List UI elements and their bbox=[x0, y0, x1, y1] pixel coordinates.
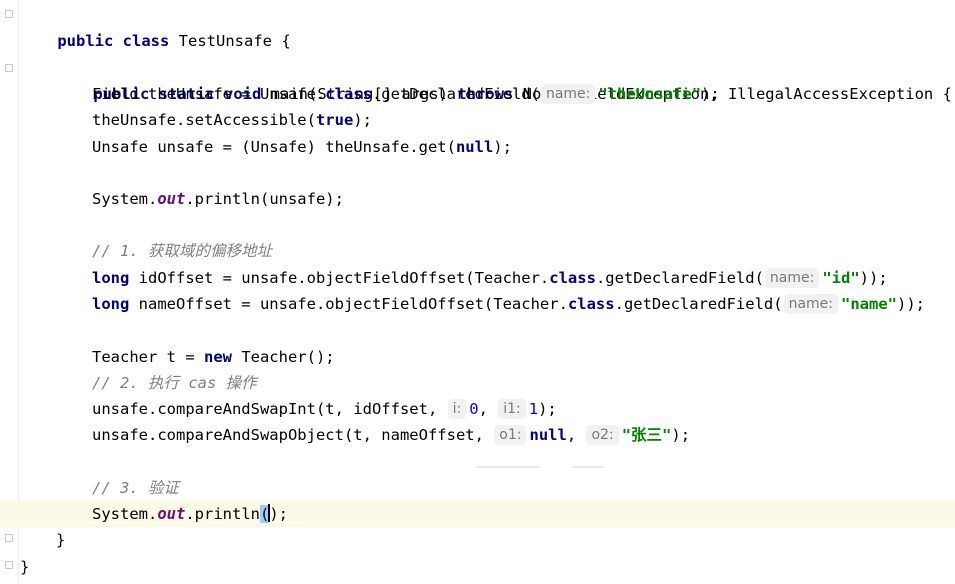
number-literal: 0 bbox=[469, 400, 479, 418]
fold-marker-icon[interactable] bbox=[5, 534, 13, 542]
code-line-nameoffset[interactable]: long nameOffset = unsafe.objectFieldOffs… bbox=[92, 291, 925, 317]
code-line-field[interactable]: Field theUnsafe = Unsafe.class.getDeclar… bbox=[92, 81, 720, 107]
code-line-print1[interactable]: System.out.println(unsafe); bbox=[92, 186, 344, 212]
code-text: )); bbox=[859, 269, 888, 287]
matched-paren: ( bbox=[259, 504, 271, 523]
keyword: long bbox=[92, 295, 130, 313]
code-text: nameOffset = unsafe.objectFieldOffset(Te… bbox=[129, 295, 568, 313]
keyword: class bbox=[325, 85, 372, 103]
string-literal: "name" bbox=[841, 295, 898, 313]
code-text: theUnsafe.setAccessible( bbox=[92, 111, 316, 129]
code-line-teacher[interactable]: Teacher t = new Teacher(); bbox=[92, 344, 335, 370]
code-line-accessible[interactable]: theUnsafe.setAccessible(true); bbox=[92, 107, 372, 133]
editor-gutter bbox=[0, 0, 19, 584]
faint-underline bbox=[476, 466, 540, 468]
code-text: , bbox=[566, 426, 586, 444]
code-text: Field theUnsafe = Unsafe. bbox=[92, 85, 326, 103]
keyword: class bbox=[567, 295, 615, 313]
code-text: TestUnsafe { bbox=[169, 32, 291, 50]
static-field: out bbox=[157, 190, 186, 208]
code-text: unsafe.compareAndSwapInt(t, idOffset, bbox=[92, 400, 447, 418]
code-text: .getDeclaredField( bbox=[371, 85, 540, 103]
code-text: idOffset = unsafe.objectFieldOffset(Teac… bbox=[129, 269, 550, 287]
param-hint: name: bbox=[783, 294, 839, 314]
keyword: long bbox=[92, 269, 130, 287]
param-hint: o1: bbox=[494, 425, 527, 445]
static-field: out bbox=[157, 505, 186, 523]
fold-marker-icon[interactable] bbox=[5, 10, 13, 18]
param-hint: o2: bbox=[586, 425, 619, 445]
keyword: class bbox=[549, 269, 596, 287]
code-text: ); bbox=[493, 138, 512, 156]
code-comment-1[interactable]: // 1. 获取域的偏移地址 bbox=[92, 238, 272, 264]
param-hint: name: bbox=[764, 268, 820, 288]
keyword: new bbox=[203, 348, 232, 366]
param-hint: name: bbox=[540, 84, 596, 104]
fold-marker-icon[interactable] bbox=[5, 64, 13, 72]
keyword: null bbox=[455, 138, 494, 156]
code-line-casint[interactable]: unsafe.compareAndSwapInt(t, idOffset, i:… bbox=[92, 396, 557, 422]
code-text: ); bbox=[671, 426, 691, 444]
param-hint: i1: bbox=[498, 399, 526, 419]
code-close-method[interactable]: } bbox=[56, 527, 65, 553]
code-text: System. bbox=[92, 190, 158, 208]
code-text: Teacher(); bbox=[231, 348, 335, 366]
code-text: ); bbox=[353, 111, 372, 129]
code-line-main-decl[interactable]: public static void main(String[] args) t… bbox=[56, 55, 952, 103]
string-literal: "theUnsafe" bbox=[598, 85, 702, 103]
code-text: .getDeclaredField( bbox=[614, 295, 783, 313]
fold-marker-icon[interactable] bbox=[5, 561, 13, 569]
code-comment-3[interactable]: // 3. 验证 bbox=[92, 475, 179, 501]
keyword: class bbox=[122, 32, 170, 50]
code-text: .println bbox=[185, 505, 260, 523]
code-close-class[interactable]: } bbox=[20, 554, 29, 580]
number-literal: 1 bbox=[528, 400, 539, 418]
code-text: Teacher t = bbox=[92, 348, 204, 366]
code-text: .println(unsafe); bbox=[185, 190, 344, 208]
code-comment-2[interactable]: // 2. 执行 cas 操作 bbox=[92, 370, 257, 396]
code-text: unsafe.compareAndSwapObject(t, nameOffse… bbox=[92, 426, 494, 444]
code-text: System. bbox=[92, 505, 158, 523]
string-literal: "张三" bbox=[621, 426, 672, 444]
code-editor[interactable]: public class TestUnsafe { public static … bbox=[0, 0, 955, 584]
param-hint: i: bbox=[447, 399, 467, 419]
code-line-idoffset[interactable]: long idOffset = unsafe.objectFieldOffset… bbox=[92, 265, 888, 291]
keyword: null bbox=[529, 426, 567, 444]
code-text: , bbox=[478, 400, 498, 418]
code-text: )); bbox=[897, 295, 926, 313]
keyword: public bbox=[57, 32, 114, 50]
code-text: Unsafe unsafe = (Unsafe) theUnsafe.get( bbox=[92, 138, 456, 156]
faint-underline bbox=[572, 466, 604, 468]
code-text: ); bbox=[269, 505, 288, 523]
code-text: ); bbox=[701, 85, 720, 103]
code-text: ); bbox=[538, 400, 557, 418]
code-line-print2[interactable]: System.out.println(); bbox=[92, 501, 288, 527]
code-text: .getDeclaredField( bbox=[595, 269, 764, 287]
string-literal: "id" bbox=[822, 269, 860, 287]
code-line-unsafe[interactable]: Unsafe unsafe = (Unsafe) theUnsafe.get(n… bbox=[92, 134, 512, 160]
code-line-casobj[interactable]: unsafe.compareAndSwapObject(t, nameOffse… bbox=[92, 422, 690, 448]
keyword: true bbox=[315, 111, 354, 129]
code-line-class-decl[interactable]: public class TestUnsafe { bbox=[20, 2, 290, 50]
